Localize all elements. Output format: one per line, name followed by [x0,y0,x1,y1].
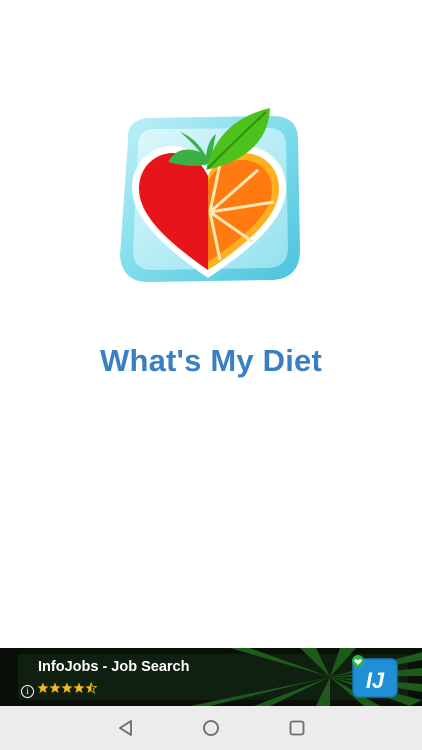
app-screen: What's My Diet InfoJobs - Job Search i I… [0,0,422,750]
ad-info-icon[interactable]: i [21,685,34,698]
heart-fruit-logo-icon [120,108,300,282]
star-icon [61,682,73,693]
star-icon [49,682,61,693]
ad-title[interactable]: InfoJobs - Job Search [38,659,189,675]
star-icon [73,682,85,693]
back-triangle-icon[interactable] [116,718,136,738]
recents-square-icon[interactable] [287,718,307,738]
app-title: What's My Diet [99,343,323,378]
infojobs-logo-icon[interactable]: IJ [351,655,399,699]
ad-rating-stars [37,682,97,694]
splash-screen: What's My Diet [0,0,422,648]
infojobs-logo-text: IJ [366,668,385,693]
ad-banner[interactable]: InfoJobs - Job Search i IJ [0,648,422,706]
half-star-icon [85,682,91,693]
star-icon [37,682,49,693]
navigation-bar [0,706,422,750]
home-circle-icon[interactable] [201,718,221,738]
